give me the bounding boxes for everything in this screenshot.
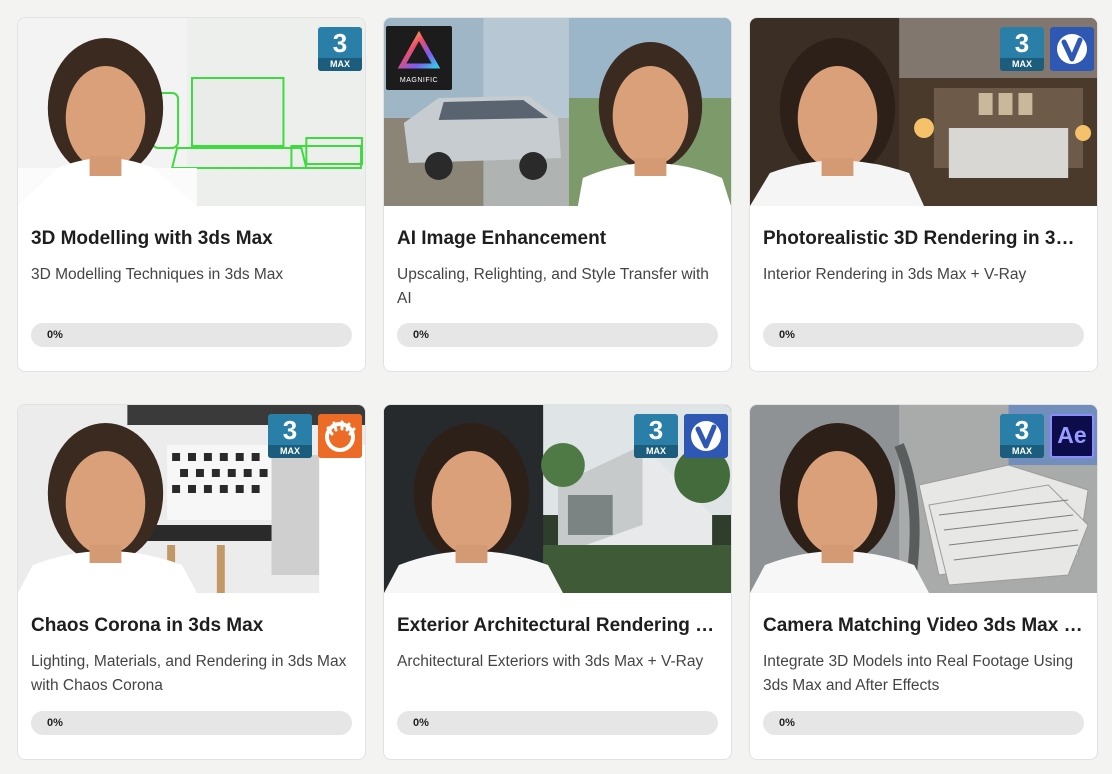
course-thumbnail: 3 MAX: [18, 405, 365, 593]
course-card[interactable]: 3 MAX Chaos Corona in 3ds Max Lighting, …: [17, 404, 366, 760]
course-thumbnail: 3 MAX: [750, 18, 1097, 206]
progress-label: 0%: [413, 329, 429, 341]
vray-icon: [1050, 27, 1094, 71]
course-thumbnail: 3 MAX Ae: [750, 405, 1097, 593]
progress-label: 0%: [779, 329, 795, 341]
corona-icon: [318, 414, 362, 458]
software-badges: 3 MAX: [318, 27, 362, 71]
progress-bar: 0%: [397, 711, 718, 735]
course-subtitle: 3D Modelling Techniques in 3ds Max: [31, 266, 284, 283]
software-badges: 3 MAX: [1000, 27, 1094, 71]
course-subtitle: Lighting, Materials, and Rendering in 3d…: [31, 653, 347, 694]
course-thumbnail: 3 MAX: [384, 405, 731, 593]
after-effects-icon: Ae: [1050, 414, 1094, 458]
course-title[interactable]: 3D Modelling with 3ds Max: [31, 228, 352, 250]
course-subtitle: Architectural Exteriors with 3ds Max + V…: [397, 653, 704, 670]
software-badges: 3 MAX: [634, 414, 728, 458]
progress-label: 0%: [779, 717, 795, 729]
magnific-icon: MAGNIFIC: [386, 26, 452, 90]
course-subtitle: Integrate 3D Models into Real Footage Us…: [763, 653, 1074, 694]
course-subtitle: Upscaling, Relighting, and Style Transfe…: [397, 266, 709, 307]
3ds-max-icon: 3 MAX: [1000, 414, 1044, 458]
progress-bar: 0%: [397, 323, 718, 347]
3ds-max-icon: 3 MAX: [634, 414, 678, 458]
course-card[interactable]: 3 MAX Photorealistic 3D Rendering in 3d……: [749, 17, 1098, 372]
course-title[interactable]: Photorealistic 3D Rendering in 3d…: [763, 228, 1084, 250]
progress-bar: 0%: [763, 711, 1084, 735]
progress-bar: 0%: [31, 711, 352, 735]
course-title[interactable]: Chaos Corona in 3ds Max: [31, 615, 352, 637]
course-title[interactable]: Camera Matching Video 3ds Max …: [763, 615, 1084, 637]
course-card[interactable]: MAGNIFIC AI Image Enhancement Upscaling,…: [383, 17, 732, 372]
software-badges: 3 MAX: [268, 414, 362, 458]
3ds-max-icon: 3 MAX: [268, 414, 312, 458]
course-thumbnail: MAGNIFIC: [384, 18, 731, 206]
course-subtitle: Interior Rendering in 3ds Max + V-Ray: [763, 266, 1027, 283]
progress-label: 0%: [413, 717, 429, 729]
course-card[interactable]: 3 MAX 3D Modelling with 3ds Max 3D Model…: [17, 17, 366, 372]
3ds-max-icon: 3 MAX: [1000, 27, 1044, 71]
vray-icon: [684, 414, 728, 458]
course-thumbnail: 3 MAX: [18, 18, 365, 206]
course-title[interactable]: Exterior Architectural Rendering 3…: [397, 615, 718, 637]
course-grid: 3 MAX 3D Modelling with 3ds Max 3D Model…: [17, 17, 1098, 760]
course-title[interactable]: AI Image Enhancement: [397, 228, 718, 250]
3ds-max-icon: 3 MAX: [318, 27, 362, 71]
course-card[interactable]: 3 MAX Ae Camera Matching Video 3ds Max ……: [749, 404, 1098, 760]
software-badges: 3 MAX Ae: [1000, 414, 1094, 458]
progress-label: 0%: [47, 329, 63, 341]
course-card[interactable]: 3 MAX Exterior Architectural Rendering 3…: [383, 404, 732, 760]
progress-bar: 0%: [31, 323, 352, 347]
progress-bar: 0%: [763, 323, 1084, 347]
progress-label: 0%: [47, 717, 63, 729]
